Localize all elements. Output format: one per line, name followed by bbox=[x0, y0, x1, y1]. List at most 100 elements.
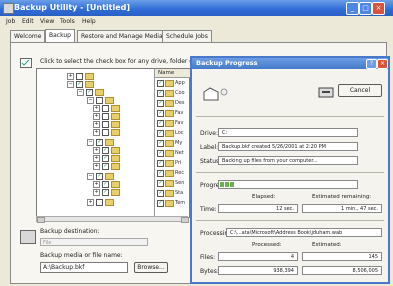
close-button[interactable]: × bbox=[372, 2, 385, 15]
backup-drive-icon bbox=[20, 230, 36, 244]
expand-icon[interactable]: + bbox=[93, 105, 100, 112]
expand-icon[interactable]: + bbox=[67, 73, 74, 80]
expand-icon[interactable]: + bbox=[93, 129, 100, 136]
folder-icon bbox=[111, 181, 120, 188]
file-name: App bbox=[175, 80, 185, 86]
backup-destination-area: Backup destination: File Backup media or… bbox=[16, 228, 188, 274]
checkbox[interactable] bbox=[96, 199, 103, 206]
checkbox[interactable]: ✓ bbox=[157, 180, 164, 187]
browse-button[interactable]: Browse... bbox=[134, 262, 168, 273]
tab-backup[interactable]: Backup bbox=[45, 29, 75, 43]
checkbox[interactable]: ✓ bbox=[157, 170, 164, 177]
expand-icon[interactable]: + bbox=[93, 155, 100, 162]
menu-help[interactable]: Help bbox=[82, 18, 96, 25]
elapsed-time: 12 sec. bbox=[218, 204, 298, 213]
menu-tools[interactable]: Tools bbox=[60, 18, 75, 25]
dialog-title-bar[interactable]: Backup Progress ? × bbox=[192, 58, 388, 69]
collapse-icon[interactable]: − bbox=[67, 81, 74, 88]
tab-restore[interactable]: Restore and Manage Media bbox=[77, 30, 167, 42]
collapse-icon[interactable]: − bbox=[77, 89, 84, 96]
menu-view[interactable]: View bbox=[40, 18, 54, 25]
checkbox[interactable]: ✓ bbox=[157, 150, 164, 157]
checkbox[interactable]: ✓ bbox=[102, 155, 109, 162]
minimize-button[interactable]: _ bbox=[346, 2, 359, 15]
scroll-left-button[interactable] bbox=[37, 217, 45, 223]
help-button[interactable]: ? bbox=[366, 59, 377, 69]
collapse-icon[interactable]: − bbox=[87, 97, 94, 104]
menu-bar: Job Edit View Tools Help bbox=[0, 16, 393, 28]
tab-schedule[interactable]: Schedule Jobs bbox=[162, 30, 212, 42]
checkbox[interactable]: ✓ bbox=[102, 163, 109, 170]
folder-icon bbox=[165, 100, 174, 107]
checkbox[interactable] bbox=[76, 73, 83, 80]
title-bar[interactable]: Backup Utility - [Untitled] _ □ × bbox=[0, 0, 393, 16]
expand-icon[interactable]: + bbox=[93, 147, 100, 154]
folder-icon bbox=[165, 130, 174, 137]
file-name: Des bbox=[175, 100, 185, 106]
media-filename-input[interactable]: A:\Backup.bkf bbox=[40, 262, 128, 273]
menu-edit[interactable]: Edit bbox=[22, 18, 34, 25]
remaining-time: 1 min., 47 sec. bbox=[302, 204, 382, 213]
backup-utility-window: Backup Utility - [Untitled] _ □ × Job Ed… bbox=[0, 0, 393, 286]
checkbox[interactable]: ✓ bbox=[96, 139, 103, 146]
folder-icon bbox=[111, 147, 120, 154]
checkbox[interactable]: ✓ bbox=[102, 181, 109, 188]
file-name: Sen bbox=[175, 180, 185, 186]
checkbox[interactable]: ✓ bbox=[157, 80, 164, 87]
checkbox[interactable]: ✓ bbox=[157, 190, 164, 197]
scroll-right-button[interactable] bbox=[181, 217, 189, 223]
folder-icon bbox=[95, 89, 104, 96]
checkbox[interactable]: ✓ bbox=[102, 189, 109, 196]
file-list: Name ✓ App ✓ Coo ✓ Des ✓ Fav ✓ Fav ✓ Loc ✓ My ✓ Net ✓ Pri… bbox=[154, 69, 190, 217]
folder-icon bbox=[111, 113, 120, 120]
checkbox[interactable]: ✓ bbox=[157, 120, 164, 127]
checkbox[interactable]: ✓ bbox=[86, 89, 93, 96]
folder-icon bbox=[111, 189, 120, 196]
checkbox[interactable]: ✓ bbox=[157, 160, 164, 167]
folder-icon bbox=[105, 173, 114, 180]
checkbox[interactable]: ✓ bbox=[157, 90, 164, 97]
name-column-header[interactable]: Name bbox=[155, 69, 190, 78]
destination-label: Backup destination: bbox=[40, 228, 100, 235]
expand-icon[interactable]: + bbox=[93, 113, 100, 120]
collapse-icon[interactable]: − bbox=[87, 139, 94, 146]
collapse-icon[interactable]: − bbox=[87, 173, 94, 180]
horizontal-scrollbar[interactable] bbox=[36, 216, 189, 223]
checkbox[interactable]: ✓ bbox=[157, 130, 164, 137]
destination-select[interactable]: File bbox=[40, 238, 148, 246]
folder-icon bbox=[165, 150, 174, 157]
checkbox[interactable] bbox=[96, 97, 103, 104]
checkbox[interactable]: ✓ bbox=[157, 110, 164, 117]
folder-animation-icon bbox=[202, 86, 228, 106]
folder-icon bbox=[111, 163, 120, 170]
dialog-close-button[interactable]: × bbox=[377, 59, 388, 69]
checkbox[interactable]: ✓ bbox=[157, 140, 164, 147]
maximize-button[interactable]: □ bbox=[359, 2, 372, 15]
checkbox[interactable] bbox=[102, 105, 109, 112]
menu-job[interactable]: Job bbox=[6, 18, 15, 25]
cancel-button[interactable]: Cancel bbox=[338, 84, 382, 97]
file-name: Fav bbox=[175, 110, 184, 116]
expand-icon[interactable]: + bbox=[93, 163, 100, 170]
expand-icon[interactable]: + bbox=[93, 189, 100, 196]
folder-icon bbox=[165, 180, 174, 187]
tab-welcome[interactable]: Welcome bbox=[10, 30, 46, 42]
time-label: Time: bbox=[200, 206, 217, 213]
expand-icon[interactable]: + bbox=[93, 121, 100, 128]
expand-icon[interactable]: + bbox=[93, 181, 100, 188]
folder-tree[interactable]: + − ✓ − ✓ − + + + + − ✓ + ✓ + ✓ + ✓ − ✓ + ✓ + ✓ + bbox=[37, 69, 152, 217]
remaining-header: Estimated remaining: bbox=[312, 194, 372, 200]
checkbox[interactable]: ✓ bbox=[76, 81, 83, 88]
expand-icon[interactable]: + bbox=[87, 199, 94, 206]
files-processed: 4 bbox=[218, 252, 298, 261]
checkbox[interactable] bbox=[102, 121, 109, 128]
checkbox[interactable]: ✓ bbox=[96, 173, 103, 180]
checkbox[interactable]: ✓ bbox=[157, 200, 164, 207]
checkbox[interactable]: ✓ bbox=[157, 100, 164, 107]
checkbox[interactable]: ✓ bbox=[102, 147, 109, 154]
media-label: Backup media or file name: bbox=[40, 252, 123, 259]
folder-icon bbox=[165, 140, 174, 147]
checkbox[interactable] bbox=[102, 113, 109, 120]
checkbox[interactable] bbox=[102, 129, 109, 136]
divider bbox=[196, 172, 384, 173]
